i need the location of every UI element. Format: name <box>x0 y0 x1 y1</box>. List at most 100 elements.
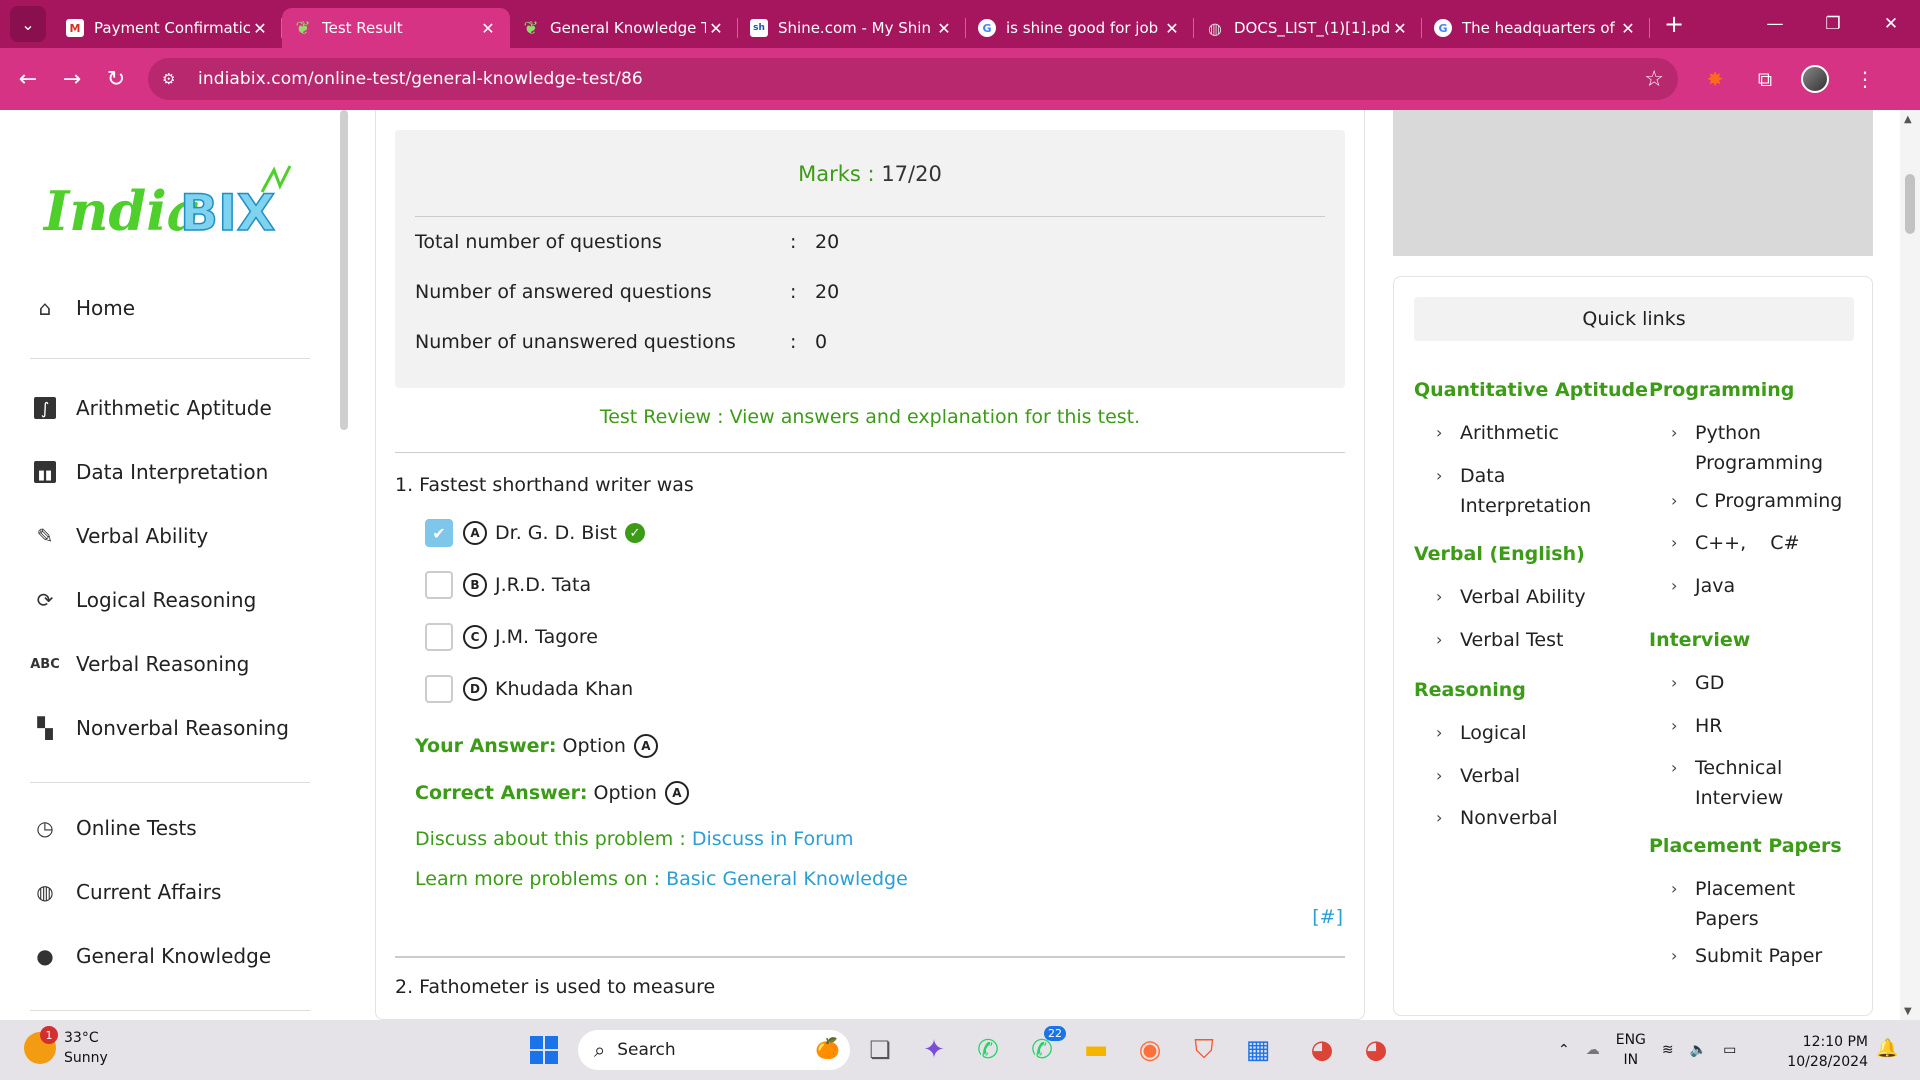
quicklink-placement-papers[interactable]: › Placement Papers <box>1671 874 1815 934</box>
back-button[interactable]: ← <box>6 57 50 101</box>
discuss-forum-link[interactable]: Discuss in Forum <box>692 828 854 850</box>
sidebar-item-data-interpretation[interactable]: ▮▮ Data Interpretation <box>30 452 268 492</box>
close-icon[interactable]: ✕ <box>250 19 270 38</box>
quicklink-heading-quant[interactable]: Quantitative Aptitude <box>1414 379 1648 401</box>
weather-widget[interactable]: 1 33°C Sunny <box>24 1026 108 1068</box>
tab-docs-list[interactable]: ◍ DOCS_LIST_(1)[1].pdf ✕ <box>1194 8 1422 48</box>
address-bar[interactable]: ⚙ indiabix.com/online-test/general-knowl… <box>148 58 1678 100</box>
checkbox[interactable] <box>425 623 453 651</box>
quicklink-arithmetic[interactable]: › Arithmetic <box>1436 418 1559 448</box>
url-text[interactable]: indiabix.com/online-test/general-knowled… <box>198 69 1644 89</box>
quicklink-submit-paper[interactable]: › Submit Paper <box>1671 941 1822 971</box>
sidebar-item-current-affairs[interactable]: ◍ Current Affairs <box>30 872 221 912</box>
tab-shine[interactable]: sh Shine.com - My Shin ✕ <box>738 8 966 48</box>
battery-icon[interactable]: ▭ <box>1723 1040 1736 1060</box>
quicklink-hr[interactable]: › HR <box>1671 711 1723 741</box>
indiabix-logo[interactable]: India BIX <box>42 162 302 252</box>
quicklink-verbal-test[interactable]: › Verbal Test <box>1436 625 1563 655</box>
test-review-link[interactable]: Test Review : View answers and explanati… <box>395 406 1345 428</box>
close-icon[interactable]: ✕ <box>1162 19 1182 38</box>
file-explorer-icon[interactable]: ▬ <box>1078 1032 1114 1068</box>
quicklink-technical-interview[interactable]: › Technical Interview <box>1671 753 1825 813</box>
sidebar-item-verbal-reasoning[interactable]: ABC Verbal Reasoning <box>30 644 249 684</box>
close-icon[interactable]: ✕ <box>1390 19 1410 38</box>
quicklink-verbal[interactable]: › Verbal <box>1436 761 1520 791</box>
chrome-icon[interactable]: ◕ <box>1304 1032 1340 1068</box>
extensions-icon[interactable]: ⧉ <box>1740 57 1790 101</box>
quicklink-python[interactable]: › Python Programming <box>1671 418 1855 478</box>
option-c[interactable]: C J.M. Tagore <box>425 620 598 654</box>
quicklink-verbal-ability[interactable]: › Verbal Ability <box>1436 582 1586 612</box>
taskbar-search[interactable]: ⌕ Search 🍊 <box>578 1030 850 1070</box>
whatsapp-icon[interactable]: ✆ <box>970 1032 1006 1068</box>
task-view-icon[interactable]: ❏ <box>862 1032 898 1068</box>
language-indicator[interactable]: ENG IN <box>1616 1030 1646 1070</box>
tab-search-button[interactable]: ⌄ <box>10 6 46 42</box>
new-tab-button[interactable]: + <box>1656 6 1692 42</box>
close-icon[interactable]: ✕ <box>706 19 726 38</box>
site-info-icon[interactable]: ⚙ <box>162 70 184 88</box>
sidebar-scrollbar[interactable] <box>340 110 348 430</box>
scroll-down-icon[interactable]: ▼ <box>1904 1006 1912 1017</box>
quicklink-nonverbal[interactable]: › Nonverbal <box>1436 803 1558 833</box>
tab-general-knowledge[interactable]: ❦ General Knowledge T ✕ <box>510 8 738 48</box>
sidebar-item-nonverbal-reasoning[interactable]: ▚ Nonverbal Reasoning <box>30 708 289 748</box>
tab-test-result[interactable]: ❦ Test Result ✕ <box>282 8 510 48</box>
bookmark-star-icon[interactable]: ☆ <box>1644 67 1664 92</box>
notifications-icon[interactable]: 🔔 <box>1876 1038 1898 1059</box>
scrollbar-thumb[interactable] <box>1905 174 1915 234</box>
brave-extension-icon[interactable]: ✸ <box>1690 57 1740 101</box>
reload-button[interactable]: ↻ <box>94 57 138 101</box>
close-icon[interactable]: ✕ <box>1618 19 1638 38</box>
quicklink-logical[interactable]: › Logical <box>1436 718 1527 748</box>
whatsapp-business-icon[interactable]: ✆ 22 <box>1024 1026 1066 1068</box>
onedrive-icon[interactable]: ☁ <box>1586 1040 1600 1060</box>
quicklink-heading-programming[interactable]: Programming <box>1649 379 1794 401</box>
sidebar-item-arithmetic-aptitude[interactable]: ∫ Arithmetic Aptitude <box>30 388 272 428</box>
page-scrollbar[interactable]: ▲ ▼ <box>1900 110 1920 1020</box>
quicklink-data-interpretation[interactable]: › Data Interpretation <box>1436 461 1600 521</box>
minimize-button[interactable]: — <box>1746 0 1804 48</box>
start-button[interactable] <box>526 1032 562 1068</box>
quicklink-c-programming[interactable]: › C Programming <box>1671 486 1842 516</box>
quicklink-java[interactable]: › Java <box>1671 571 1735 601</box>
tab-payment-confirmation[interactable]: M Payment Confirmatic ✕ <box>54 8 282 48</box>
chrome-profile-icon[interactable]: ◕ <box>1358 1032 1394 1068</box>
option-d[interactable]: D Khudada Khan <box>425 672 633 706</box>
sidebar-item-home[interactable]: ⌂ Home <box>30 288 135 328</box>
wifi-icon[interactable]: ≋ <box>1662 1040 1674 1060</box>
tab-google-search[interactable]: G is shine good for job ✕ <box>966 8 1194 48</box>
forward-button[interactable]: → <box>50 57 94 101</box>
store-icon[interactable]: ▦ <box>1240 1032 1276 1068</box>
tab-headquarters[interactable]: G The headquarters of ✕ <box>1422 8 1650 48</box>
clock[interactable]: 12:10 PM 10/28/2024 <box>1780 1032 1868 1072</box>
quicklink-cpp-csharp[interactable]: › C++, C# <box>1671 528 1800 558</box>
scroll-up-icon[interactable]: ▲ <box>1904 114 1912 125</box>
volume-icon[interactable]: 🔈 <box>1690 1040 1707 1060</box>
sidebar-item-online-tests[interactable]: ◷ Online Tests <box>30 808 196 848</box>
quicklink-heading-reasoning[interactable]: Reasoning <box>1414 679 1526 701</box>
quicklink-heading-interview[interactable]: Interview <box>1649 629 1750 651</box>
brave-icon[interactable]: ⛉ <box>1186 1032 1222 1068</box>
profile-button[interactable] <box>1790 57 1840 101</box>
chevron-up-icon[interactable]: ⌃ <box>1558 1040 1570 1060</box>
checkbox[interactable] <box>425 571 453 599</box>
basic-gk-link[interactable]: Basic General Knowledge <box>666 868 908 890</box>
sidebar-item-verbal-ability[interactable]: ✎ Verbal Ability <box>30 516 209 556</box>
quicklink-heading-placement[interactable]: Placement Papers <box>1649 835 1842 857</box>
quicklink-gd[interactable]: › GD <box>1671 668 1724 698</box>
quicklink-heading-verbal[interactable]: Verbal (English) <box>1414 543 1585 565</box>
option-a[interactable]: ✔ A Dr. G. D. Bist ✓ <box>425 516 645 550</box>
menu-button[interactable]: ⋮ <box>1840 57 1890 101</box>
copilot-icon[interactable]: ✦ <box>916 1032 952 1068</box>
close-icon[interactable]: ✕ <box>478 19 498 38</box>
close-window-button[interactable]: ✕ <box>1862 0 1920 48</box>
permalink-link[interactable]: [#] <box>1312 906 1343 928</box>
restore-button[interactable]: ❐ <box>1804 0 1862 48</box>
checkbox[interactable] <box>425 675 453 703</box>
sidebar-item-general-knowledge[interactable]: ● General Knowledge <box>30 936 271 976</box>
sidebar-item-logical-reasoning[interactable]: ⟳ Logical Reasoning <box>30 580 257 620</box>
checkbox-checked[interactable]: ✔ <box>425 519 453 547</box>
firefox-icon[interactable]: ◉ <box>1132 1032 1168 1068</box>
option-b[interactable]: B J.R.D. Tata <box>425 568 591 602</box>
